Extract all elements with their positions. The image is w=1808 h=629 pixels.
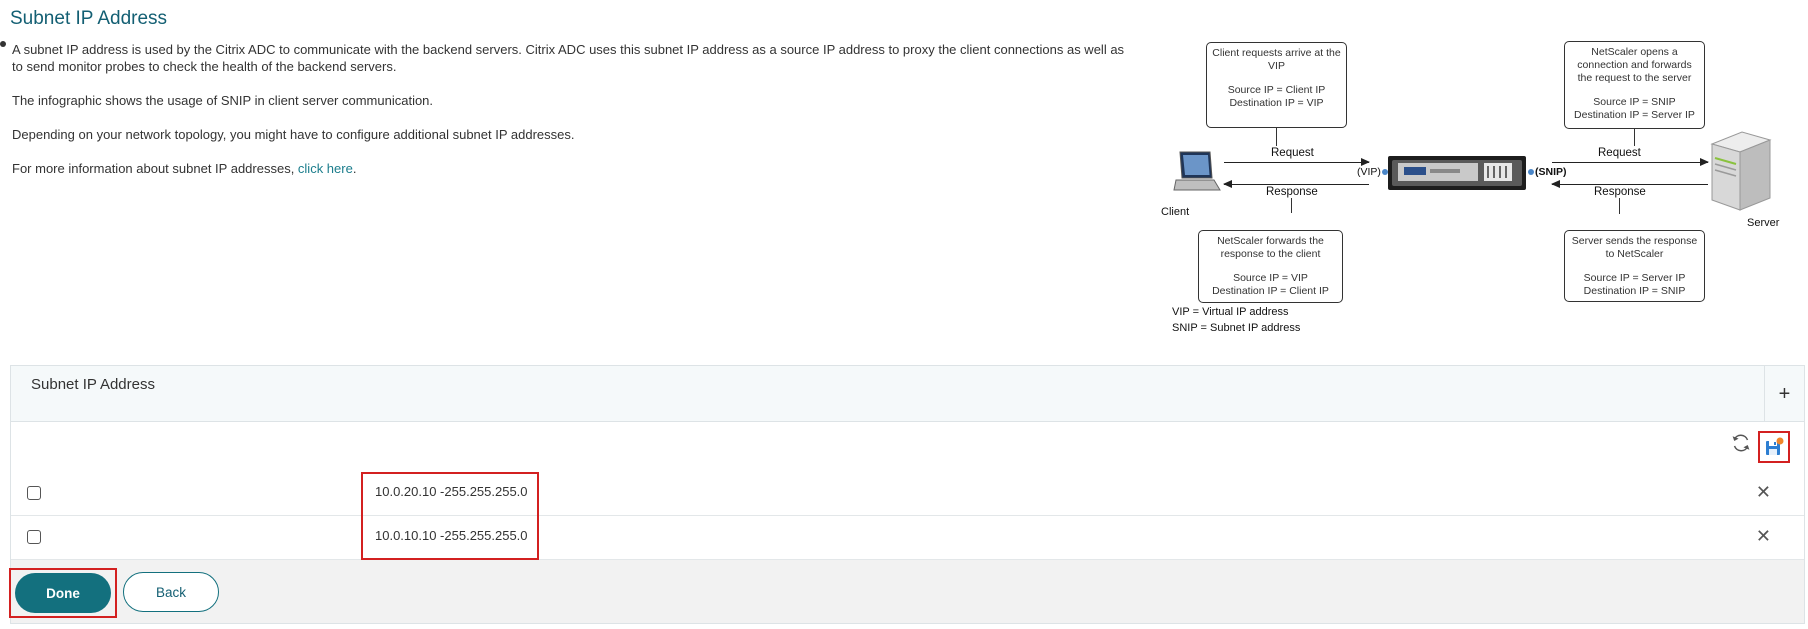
box-line: Destination IP = Client IP <box>1212 285 1329 297</box>
bullet-dot <box>0 41 6 47</box>
page-title: Subnet IP Address <box>10 8 168 29</box>
save-icon <box>1766 437 1784 455</box>
connector-line <box>1291 198 1292 213</box>
save-icon-highlight[interactable] <box>1758 431 1790 463</box>
box-line: Server sends the response <box>1571 235 1698 247</box>
intro-text: A subnet IP address is used by the Citri… <box>12 41 1132 194</box>
box-gap <box>1568 85 1701 96</box>
response-arrow-left <box>1223 180 1369 188</box>
box-line: NetScaler opens a <box>1591 46 1678 58</box>
box-line: VIP <box>1268 60 1285 72</box>
box-gap <box>1568 261 1701 272</box>
subnet-ip-value: 10.0.10.10 -255.255.255.0 <box>375 528 528 543</box>
box-line: the request to the server <box>1577 72 1692 84</box>
request-label-left: Request <box>1271 147 1314 159</box>
box-line: to NetScaler <box>1605 248 1664 260</box>
done-button-highlight: Done <box>9 568 117 618</box>
box-line: response to the client <box>1220 248 1321 260</box>
netscaler-opens-box: NetScaler opens a connection and forward… <box>1564 41 1705 129</box>
snip-infographic: Client requests arrive at the VIP Source… <box>1150 38 1800 343</box>
netscaler-appliance-icon <box>1388 156 1526 190</box>
response-label-left: Response <box>1266 186 1318 198</box>
vip-label: (VIP) <box>1357 166 1381 178</box>
server-label: Server <box>1747 217 1780 229</box>
laptop-icon <box>1173 151 1221 191</box>
request-arrow-right <box>1552 158 1709 166</box>
refresh-icon[interactable] <box>1730 432 1752 454</box>
response-label-right: Response <box>1594 186 1646 198</box>
row-checkbox[interactable] <box>27 530 41 544</box>
intro-paragraph-3: Depending on your network topology, you … <box>12 127 575 142</box>
intro-paragraph-2: The infographic shows the usage of SNIP … <box>12 93 434 108</box>
legend-vip: VIP = Virtual IP address <box>1172 306 1289 318</box>
netscaler-forwards-box: NetScaler forwards the response to the c… <box>1198 230 1343 303</box>
add-subnet-button[interactable]: + <box>1764 366 1804 422</box>
box-line: NetScaler forwards the <box>1217 235 1324 247</box>
more-info-line: For more information about subnet IP add… <box>12 160 1132 177</box>
subnet-ip-value: 10.0.20.10 -255.255.255.0 <box>375 484 528 499</box>
connector-line <box>1619 198 1620 214</box>
box-line: Client requests arrive at the <box>1212 47 1341 59</box>
panel-title: Subnet IP Address <box>31 376 155 393</box>
click-here-link[interactable]: click here <box>298 161 353 176</box>
table-row: 10.0.10.10 -255.255.255.0 ✕ <box>11 516 1804 560</box>
server-icon <box>1710 131 1772 211</box>
client-label: Client <box>1161 206 1190 218</box>
box-line: Destination IP = SNIP <box>1583 285 1686 297</box>
back-button[interactable]: Back <box>123 572 219 612</box>
connector-line <box>1634 129 1635 146</box>
box-line: Source IP = Server IP <box>1583 272 1686 284</box>
panel-footer: Done Back <box>9 560 1804 623</box>
request-label-right: Request <box>1598 147 1641 159</box>
intro-paragraph-1: A subnet IP address is used by the Citri… <box>12 42 1125 74</box>
panel-header: Subnet IP Address + <box>11 366 1804 422</box>
connector-line <box>1276 128 1277 146</box>
row-checkbox[interactable] <box>27 486 41 500</box>
box-line: Source IP = VIP <box>1233 272 1308 284</box>
box-line: connection and forwards <box>1577 59 1692 71</box>
box-line: Source IP = SNIP <box>1593 96 1676 108</box>
request-arrow-left <box>1224 158 1370 166</box>
client-request-box: Client requests arrive at the VIP Source… <box>1206 42 1347 128</box>
box-line: Source IP = Client IP <box>1227 84 1326 96</box>
snip-dot <box>1528 169 1534 175</box>
delete-row-button[interactable]: ✕ <box>1756 482 1771 503</box>
box-gap <box>1210 73 1343 84</box>
done-button[interactable]: Done <box>15 573 111 613</box>
more-info-suffix: . <box>352 161 357 176</box>
box-gap <box>1202 261 1339 272</box>
subnet-ip-panel: Subnet IP Address + 10.0.20.10 -255.255.… <box>9 365 1805 624</box>
snip-label: (SNIP) <box>1535 166 1567 178</box>
more-info-prefix: For more information about subnet IP add… <box>12 161 298 176</box>
box-line: Destination IP = Server IP <box>1574 109 1695 121</box>
box-line: Destination IP = VIP <box>1229 97 1324 109</box>
table-row: 10.0.20.10 -255.255.255.0 ✕ <box>11 472 1804 516</box>
server-sends-box: Server sends the response to NetScaler S… <box>1564 230 1705 302</box>
plus-icon: + <box>1778 382 1791 405</box>
response-arrow-right <box>1551 180 1708 188</box>
legend-snip: SNIP = Subnet IP address <box>1172 322 1301 334</box>
delete-row-button[interactable]: ✕ <box>1756 526 1771 547</box>
